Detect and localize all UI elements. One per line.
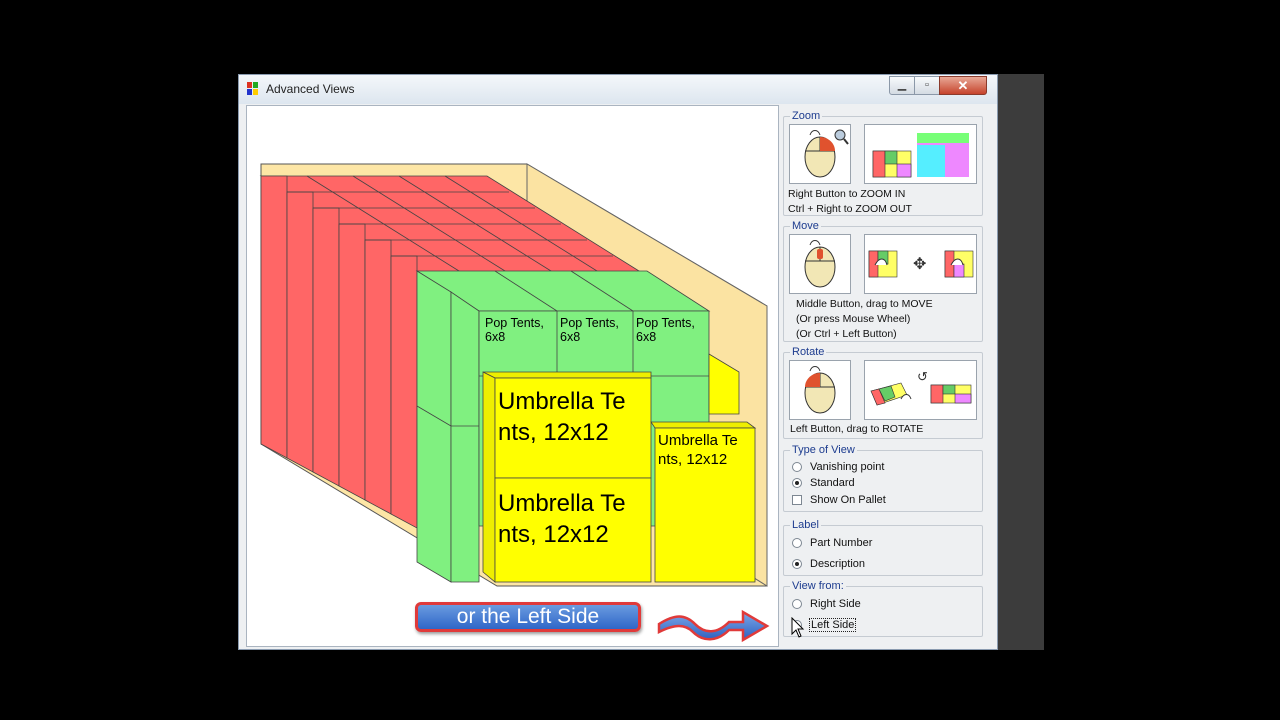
close-button[interactable]: ✕ [939,76,987,95]
zoom-title: Zoom [790,110,823,123]
show-on-pallet-checkbox[interactable]: Show On Pallet [792,492,886,507]
part-number-radio-button[interactable] [792,537,802,548]
vanishing-point-radio[interactable]: Vanishing point [792,459,884,474]
move-preview-icon: ✥ [864,234,977,294]
right-side-label: Right Side [810,597,861,610]
type-of-view-title: Type of View [790,444,857,457]
description-label: Description [810,557,866,570]
right-side-radio[interactable]: Right Side [792,596,861,611]
background-strip [998,74,1044,650]
view-from-group: View from: Right Side Left Side [783,580,983,637]
svg-text:✥: ✥ [913,256,926,273]
mouse-middle-button-icon [789,234,851,294]
mouse-cursor-icon [791,617,805,638]
show-on-pallet-label: Show On Pallet [810,493,886,506]
maximize-button[interactable]: ▫ [914,76,940,95]
svg-text:↺: ↺ [917,369,928,384]
rotate-instruction: Left Button, drag to ROTATE [790,423,924,435]
load-3d-viewport[interactable]: Pop Tents, 6x8 Pop Tents, 6x8 Pop Tents, 6x… [246,105,779,647]
window-title: Advanced Views [266,82,355,96]
move-group: Move ✥ Middle Button, drag to MOVE (Or p… [783,220,983,342]
zoom-instruction-2: Ctrl + Right to ZOOM OUT [788,203,912,215]
type-of-view-group: Type of View Vanishing point Standard Sh… [783,444,983,512]
part-number-radio[interactable]: Part Number [792,535,872,550]
title-bar[interactable]: Advanced Views ▁ ▫ ✕ [239,75,997,104]
rotate-preview-icon: ↺ [864,360,977,420]
vanishing-point-label: Vanishing point [810,460,885,473]
zoom-group: Zoom Right Button to ZOOM IN Ctrl + Righ… [783,110,983,216]
left-side-banner: or the Left Side [415,602,641,632]
standard-radio-button[interactable] [792,477,802,488]
move-instruction-3: (Or Ctrl + Left Button) [796,328,897,340]
move-instruction-1: Middle Button, drag to MOVE [796,298,933,310]
advanced-views-window: Advanced Views ▁ ▫ ✕ Pop Tents, 6x8 Pop … [238,74,998,650]
show-on-pallet-check[interactable] [792,494,802,505]
part-number-label: Part Number [810,536,873,549]
standard-radio[interactable]: Standard [792,475,855,490]
zoom-instruction-1: Right Button to ZOOM IN [788,188,906,200]
view-from-title: View from: [790,580,846,593]
label-title: Label [790,519,821,532]
move-title: Move [790,220,821,233]
rotate-title: Rotate [790,346,827,359]
zoom-preview-icon [864,124,977,184]
controls-panel: Zoom Right Button to ZOOM IN Ctrl + Righ… [783,105,988,645]
move-instruction-2: (Or press Mouse Wheel) [796,313,911,325]
mouse-left-button-icon [789,360,851,420]
rotate-group: Rotate ↺ Left Button, drag to ROTATE [783,346,983,439]
description-radio[interactable]: Description [792,556,865,571]
load-3d-scene[interactable]: Pop Tents, 6x8 Pop Tents, 6x8 Pop Tents, 6x… [247,106,779,647]
arrow-right-icon [657,609,770,643]
mouse-right-button-icon [789,124,851,184]
standard-label: Standard [810,476,855,489]
minimize-button[interactable]: ▁ [889,76,915,95]
right-side-radio-button[interactable] [792,598,802,609]
app-icon [247,82,259,96]
description-radio-button[interactable] [792,558,802,569]
left-side-label: Left Side [808,617,857,632]
vanishing-point-radio-button[interactable] [792,461,802,472]
label-group: Label Part Number Description [783,519,983,576]
